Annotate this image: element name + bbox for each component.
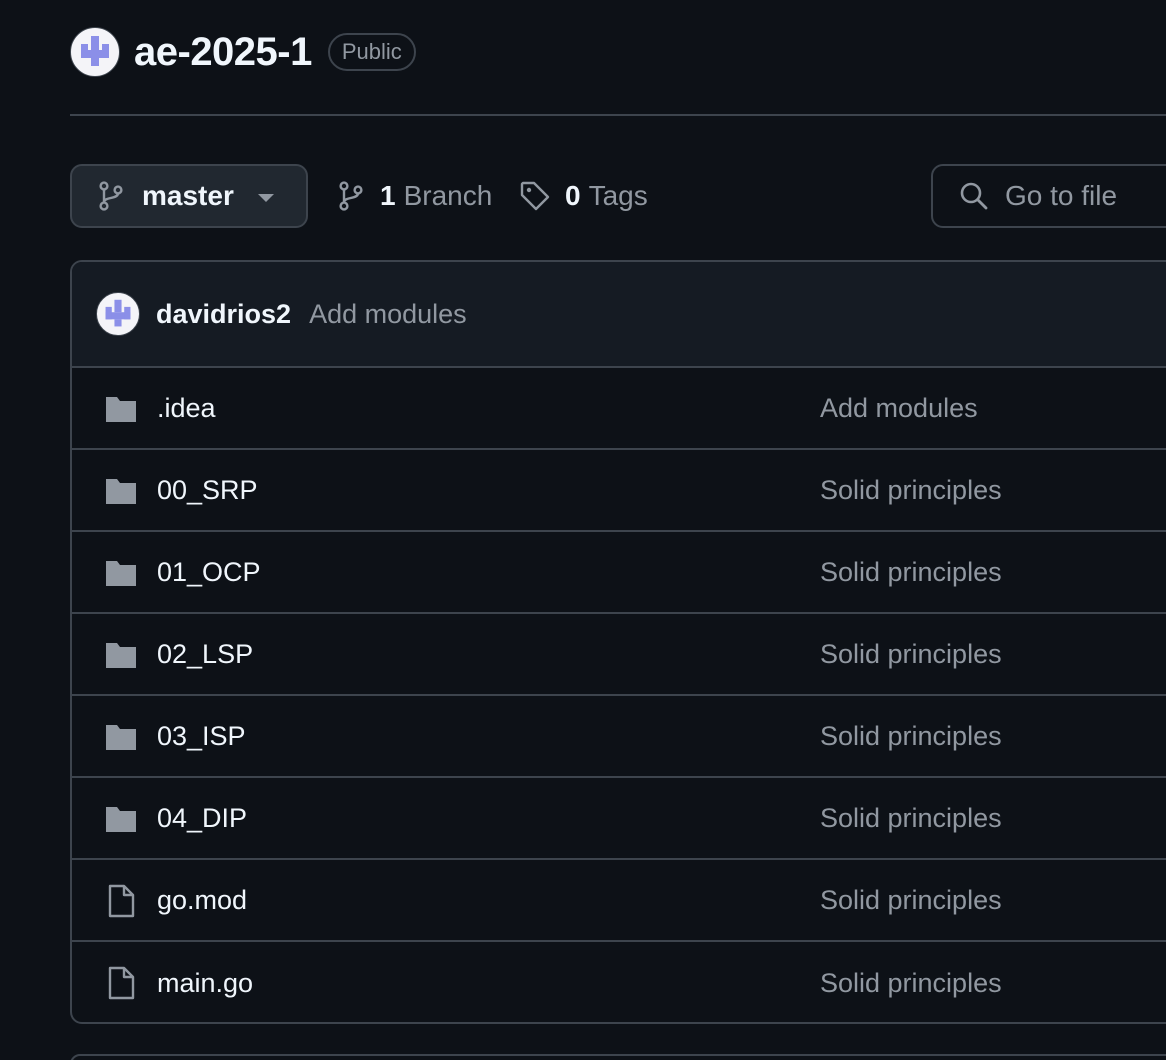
tags-link[interactable]: 0 Tags [519,176,648,216]
file-name[interactable]: 04_DIP [157,803,247,834]
latest-commit-bar: davidrios2 Add modules [72,262,1166,368]
file-commit-message[interactable]: Solid principles [820,885,1002,916]
search-icon [960,182,988,210]
repo-name[interactable]: ae-2025-1 [134,30,312,75]
identicon-icon [105,299,131,327]
file-row[interactable]: .idea Add modules [72,368,1166,450]
file-row[interactable]: 02_LSP Solid principles [72,614,1166,696]
file-commit-message[interactable]: Add modules [820,393,978,424]
go-to-file-placeholder: Go to file [1005,180,1118,211]
commit-author[interactable]: davidrios2 [156,299,291,330]
folder-icon [106,479,136,504]
file-name[interactable]: go.mod [157,885,247,916]
tag-icon [520,181,550,211]
file-commit-message[interactable]: Solid principles [820,721,1002,752]
file-row[interactable]: go.mod Solid principles [72,860,1166,942]
header-divider [70,114,1166,116]
file-table: davidrios2 Add modules .idea Add modules 0… [70,260,1166,1024]
folder-icon [106,561,136,586]
folder-icon [106,643,136,668]
repository-page: ae-2025-1 Public master 1 Branch 0 Tags [0,0,1166,1060]
file-name[interactable]: 02_LSP [157,639,253,670]
file-name[interactable]: 03_ISP [157,721,246,752]
folder-icon [106,397,136,422]
file-commit-message[interactable]: Solid principles [820,803,1002,834]
visibility-badge: Public [327,33,416,71]
branch-count: 1 [380,180,396,211]
branch-selector-button[interactable]: master [70,164,308,228]
commit-message[interactable]: Add modules [309,299,467,330]
file-commit-message[interactable]: Solid principles [820,475,1002,506]
file-commit-message[interactable]: Solid principles [820,557,1002,588]
branches-link[interactable]: 1 Branch [338,176,492,216]
go-to-file-input[interactable]: Go to file [931,164,1166,228]
file-list: .idea Add modules 00_SRP Solid principles 01… [72,368,1166,1022]
chevron-down-icon [258,194,274,202]
branch-count-label: Branch [403,180,493,211]
git-branch-icon [339,181,363,211]
file-name[interactable]: main.go [157,968,253,999]
tag-count: 0 [565,180,581,211]
branch-name: master [142,180,234,211]
file-row[interactable]: 00_SRP Solid principles [72,450,1166,532]
folder-icon [106,807,136,832]
file-icon [108,966,135,1000]
file-row[interactable]: 03_ISP Solid principles [72,696,1166,778]
folder-icon [106,725,136,750]
identicon-icon [81,36,109,66]
file-name[interactable]: .idea [157,393,216,424]
owner-avatar[interactable] [70,27,120,77]
file-name[interactable]: 01_OCP [157,557,261,588]
git-branch-icon [99,181,123,211]
file-commit-message[interactable]: Solid principles [820,639,1002,670]
next-section-edge [70,1054,1166,1060]
file-commit-message[interactable]: Solid principles [820,968,1002,999]
file-row[interactable]: 04_DIP Solid principles [72,778,1166,860]
commit-author-avatar[interactable] [96,292,140,336]
file-icon [108,884,135,918]
file-row[interactable]: main.go Solid principles [72,942,1166,1022]
file-name[interactable]: 00_SRP [157,475,258,506]
repo-header: ae-2025-1 Public [70,27,416,77]
tag-count-label: Tags [588,180,648,211]
file-row[interactable]: 01_OCP Solid principles [72,532,1166,614]
